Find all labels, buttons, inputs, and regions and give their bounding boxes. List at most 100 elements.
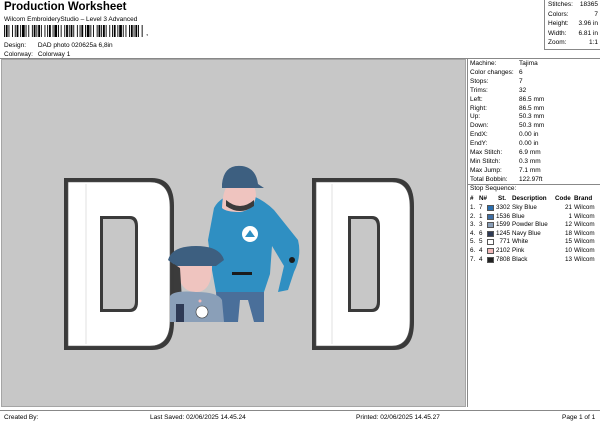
worksheet-title: Production Worksheet	[4, 1, 127, 13]
machine-info-label: Color changes:	[470, 68, 514, 76]
stat-width: Width: 6.81 in	[548, 29, 598, 37]
needle-number: 7	[479, 204, 483, 211]
stat-colors: Colors: 7	[548, 10, 598, 18]
barcode-suffix: ,	[146, 28, 149, 37]
software-subtitle: Wilcom EmbroideryStudio – Level 3 Advanc…	[4, 16, 138, 23]
stitch-count: 771	[499, 238, 510, 246]
machine-info-value: 7.1 mm	[519, 166, 541, 174]
color-description: Navy Blue	[512, 229, 541, 237]
machine-info-row: Min Stitch: 0.3 mm	[470, 157, 541, 165]
color-code: 18	[564, 229, 572, 237]
thread-brand: Wilcom	[574, 255, 595, 263]
machine-info-label: Down:	[470, 122, 489, 130]
colorway-label: Colorway:	[4, 51, 33, 58]
thread-brand: Wilcom	[574, 221, 595, 229]
machine-info-row: EndY: 0.00 in	[470, 140, 539, 147]
stop-sequence-row: 3. 3 1599 Powder Blue 12 Wilcom	[470, 221, 600, 230]
stop-sequence-row: 4. 6 1245 Navy Blue 18 Wilcom	[470, 230, 600, 239]
stitch-count: 2102	[495, 246, 510, 254]
color-swatch	[487, 239, 494, 246]
machine-info-row: Max Jump: 7.1 mm	[470, 166, 541, 174]
machine-info-row: Stops: 7	[470, 78, 523, 85]
machine-info-label: Left:	[470, 95, 483, 103]
color-swatch	[487, 222, 494, 229]
col-description: Description	[512, 195, 547, 202]
design-row: Design: DAD photo 020625a 6,8in	[4, 42, 113, 49]
machine-info-row: Color changes: 6	[470, 68, 523, 76]
color-description: Sky Blue	[512, 204, 537, 211]
machine-info-row: Total Bobbin: 122.97ft	[470, 175, 543, 183]
color-description: Powder Blue	[512, 221, 548, 229]
page-number: Page 1 of 1	[562, 414, 596, 421]
machine-info-label: Max Stitch:	[470, 149, 503, 156]
machine-info-value: 122.97ft	[519, 175, 543, 183]
thread-brand: Wilcom	[574, 246, 595, 254]
machine-info-value: 7	[519, 77, 523, 85]
stop-sequence-row: 5. 5 771 White 15 Wilcom	[470, 238, 600, 247]
needle-number: 3	[479, 221, 483, 229]
stitch-count: 7808	[495, 255, 510, 263]
stitch-count: 1245	[495, 229, 510, 237]
design-label: Design:	[4, 42, 27, 49]
printed-date: Printed: 02/06/2025 14.45.27	[356, 414, 440, 421]
stop-sequence-label: Stop Sequence:	[470, 185, 517, 192]
stitch-count: 3302	[495, 204, 510, 211]
color-code: 1	[568, 212, 572, 220]
stop-sequence-row: 1. 7 3302 Sky Blue 21 Wilcom	[470, 204, 600, 213]
machine-info-label: Machine:	[470, 60, 497, 67]
color-code: 10	[564, 246, 572, 254]
machine-info-row: Left: 86.5 mm	[470, 95, 544, 103]
machine-info-value: 32	[519, 86, 527, 94]
needle-number: 4	[479, 255, 483, 263]
last-saved: Last Saved: 02/06/2025 14.45.24	[150, 414, 246, 421]
embroidery-design	[64, 165, 414, 350]
machine-info-row: EndX: 0.00 in	[470, 131, 539, 139]
stop-sequence-row: 6. 4 2102 Pink 10 Wilcom	[470, 247, 600, 256]
stat-zoom: Zoom: 1:1	[548, 39, 598, 46]
machine-info-value: 6	[519, 68, 523, 76]
machine-info-row: Down: 50.3 mm	[470, 122, 544, 130]
stop-sequence-header: # N# St. Description Code Brand	[470, 195, 600, 204]
machine-info-row: Right: 86.5 mm	[470, 104, 544, 112]
thread-brand: Wilcom	[574, 229, 595, 237]
stitch-count: 1599	[495, 221, 510, 229]
stats-summary: Stitches: 18365 Colors: 7 Height: 3.96 in W…	[544, 0, 600, 50]
barcode	[4, 25, 143, 37]
color-swatch	[487, 256, 494, 263]
machine-info-value: 86.5 mm	[519, 95, 545, 103]
machine-info-value: 50.3 mm	[519, 113, 545, 121]
color-code: 13	[564, 255, 572, 263]
machine-info-label: Total Bobbin:	[470, 175, 508, 183]
color-swatch	[487, 230, 494, 237]
col-needle: N#	[479, 195, 488, 202]
stitch-count: 1536	[495, 212, 510, 220]
stop-sequence-table: # N# St. Description Code Brand 1. 7 3302 S…	[470, 195, 600, 264]
thread-brand: Wilcom	[574, 238, 595, 246]
machine-info-label: Right:	[470, 104, 487, 112]
color-swatch	[487, 213, 494, 220]
machine-info-label: EndX:	[470, 131, 488, 139]
figure-dad	[208, 165, 300, 322]
machine-info-label: Max Jump:	[470, 166, 502, 174]
machine-info-value: 0.3 mm	[519, 157, 541, 165]
machine-info-label: Trims:	[470, 86, 488, 94]
color-description: White	[512, 238, 529, 246]
thread-brand: Wilcom	[574, 212, 595, 220]
machine-info-label: Up:	[470, 113, 481, 121]
letter-d-left	[64, 178, 174, 350]
needle-number: 6	[479, 229, 483, 237]
machine-info-value: 6.9 mm	[519, 149, 541, 156]
machine-info-value: Tajima	[519, 60, 538, 67]
needle-number: 4	[479, 246, 483, 254]
color-description: Black	[512, 255, 528, 263]
color-code: 12	[564, 221, 572, 229]
thread-brand: Wilcom	[574, 204, 595, 211]
needle-number: 1	[479, 212, 483, 220]
design-preview-canvas[interactable]	[1, 59, 466, 407]
machine-info-label: Min Stitch:	[470, 157, 501, 165]
col-stitches: St.	[498, 195, 507, 202]
machine-info-row: Machine: Tajima	[470, 60, 538, 67]
stop-sequence-row: 2. 1 1536 Blue 1 Wilcom	[470, 213, 600, 222]
design-info-panel: Machine: Tajima Color changes: 6 Stops: 7 Trim…	[467, 59, 600, 407]
color-swatch	[487, 247, 494, 254]
